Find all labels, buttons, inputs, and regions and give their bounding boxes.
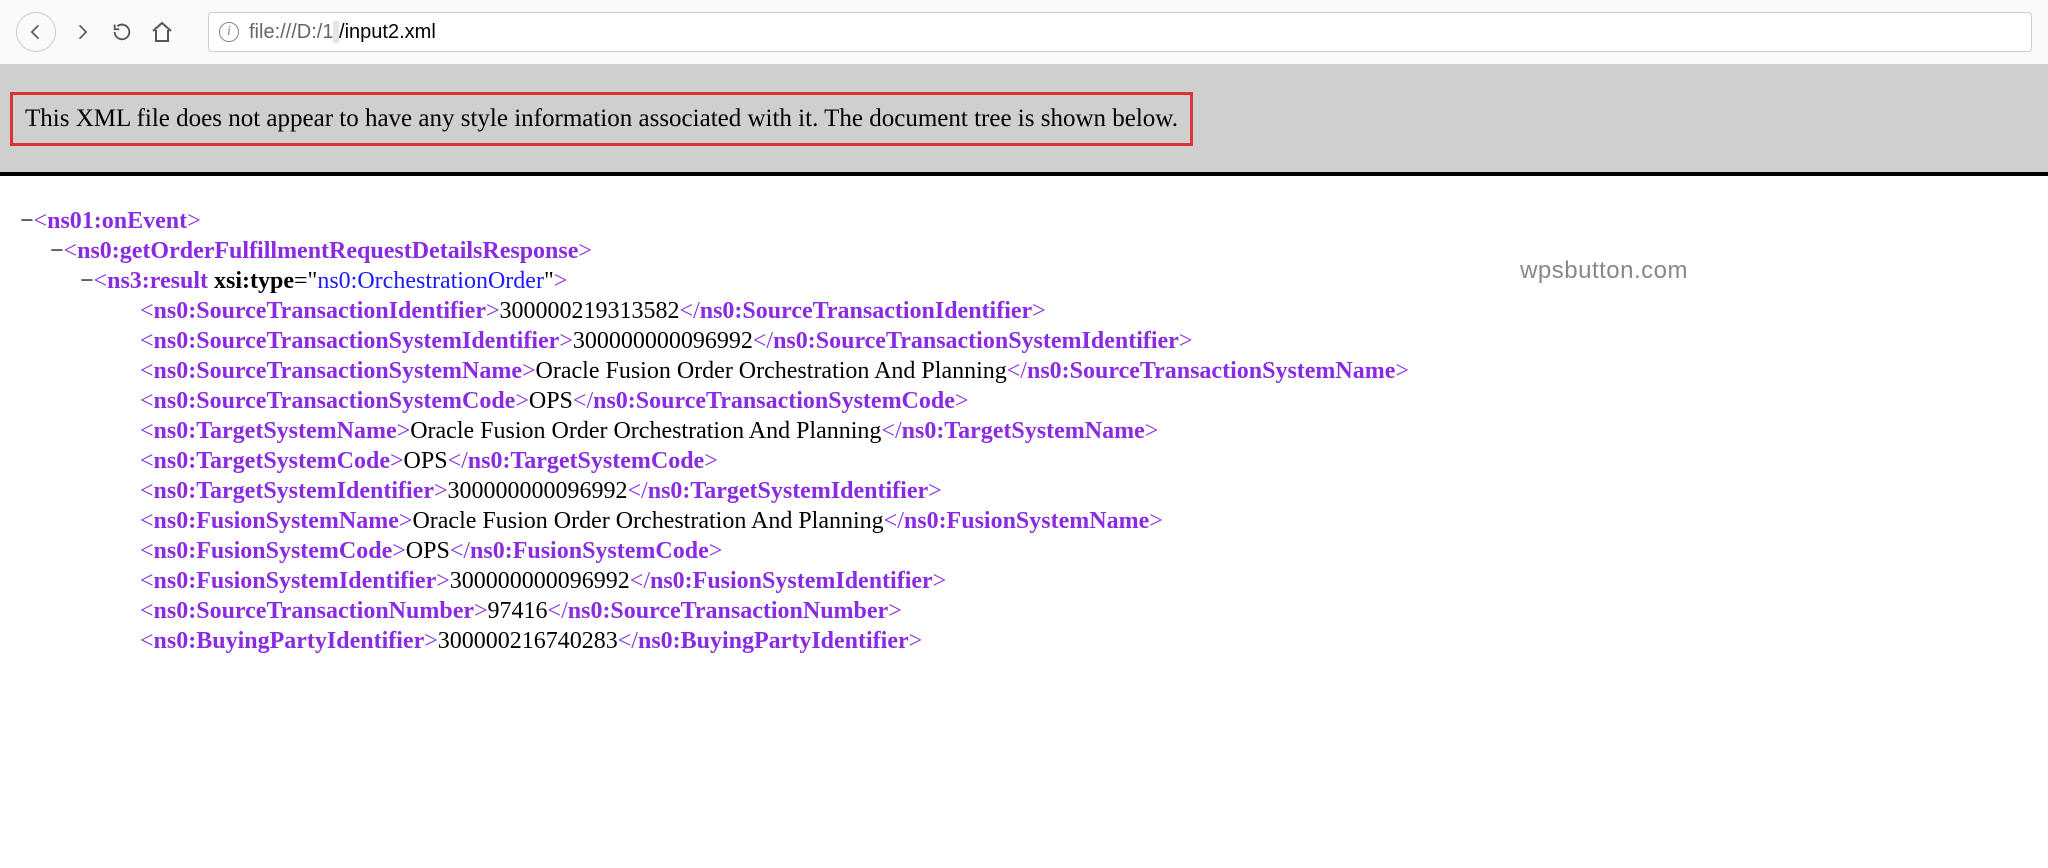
xml-leaf: <ns0:FusionSystemIdentifier>300000000096… [20,566,2028,596]
tag-text: 300000000096992 [448,478,628,504]
tag-name: ns01:onEvent [47,208,187,234]
xml-leaf: <ns0:FusionSystemName>Oracle Fusion Orde… [20,506,2028,536]
xml-leaf: <ns0:TargetSystemCode>OPS</ns0:TargetSys… [20,446,2028,476]
xml-node-result: −<ns3:result xsi:type="ns0:Orchestration… [20,266,2028,296]
tag-name-close: ns0:SourceTransactionSystemName [1027,358,1395,384]
tag-name: ns3:result [107,268,208,294]
tag-text: 97416 [488,598,548,624]
tag-name-close: ns0:FusionSystemIdentifier [650,568,933,594]
url-text: file:///D:/1 /input2.xml [249,21,436,44]
xml-notice-text: This XML file does not appear to have an… [25,105,1178,132]
collapse-toggle[interactable]: − [80,268,94,294]
tag-name: ns0:BuyingPartyIdentifier [154,628,425,654]
tag-name: ns0:FusionSystemCode [154,538,393,564]
tag-name: ns0:FusionSystemName [154,508,399,534]
home-button[interactable] [148,18,176,46]
reload-button[interactable] [108,18,136,46]
tag-name-close: ns0:TargetSystemName [902,418,1145,444]
tag-name-close: ns0:SourceTransactionSystemIdentifier [773,328,1179,354]
browser-toolbar: i file:///D:/1 /input2.xml [0,0,2048,64]
xml-leaf: <ns0:TargetSystemName>Oracle Fusion Orde… [20,416,2028,446]
xml-leaf: <ns0:SourceTransactionNumber>97416</ns0:… [20,596,2028,626]
notice-area: This XML file does not appear to have an… [0,64,2048,176]
tag-name: ns0:getOrderFulfillmentRequestDetailsRes… [77,238,578,264]
tag-name: ns0:TargetSystemName [154,418,397,444]
tag-name-close: ns0:FusionSystemCode [470,538,709,564]
tag-text: 300000216740283 [438,628,618,654]
tag-text: 300000000096992 [450,568,630,594]
tag-name: ns0:TargetSystemIdentifier [154,478,434,504]
tag-name: ns0:TargetSystemCode [154,448,390,474]
collapse-toggle[interactable]: − [50,238,64,264]
tag-name: ns0:SourceTransactionNumber [154,598,474,624]
xml-leaf: <ns0:TargetSystemIdentifier>300000000096… [20,476,2028,506]
attr-value: ns0:OrchestrationOrder [317,268,544,294]
tag-name-close: ns0:SourceTransactionIdentifier [700,298,1032,324]
xml-leaf: <ns0:FusionSystemCode>OPS</ns0:FusionSys… [20,536,2028,566]
tag-name: ns0:SourceTransactionIdentifier [154,298,486,324]
site-info-icon[interactable]: i [219,22,239,42]
tag-name: ns0:SourceTransactionSystemIdentifier [154,328,560,354]
tag-name-close: ns0:BuyingPartyIdentifier [638,628,909,654]
back-button[interactable] [16,12,56,52]
address-bar[interactable]: i file:///D:/1 /input2.xml [208,12,2032,52]
xml-node-onevent: −<ns01:onEvent> [20,206,2028,236]
xml-node-response: −<ns0:getOrderFulfillmentRequestDetailsR… [20,236,2028,266]
xml-leaf: <ns0:BuyingPartyIdentifier>3000002167402… [20,626,2028,656]
xml-leaf: <ns0:SourceTransactionSystemCode>OPS</ns… [20,386,2028,416]
tag-text: Oracle Fusion Order Orchestration And Pl… [410,418,881,444]
tag-text: OPS [529,388,573,414]
tag-name-close: ns0:SourceTransactionNumber [568,598,888,624]
tag-text: 300000219313582 [500,298,680,324]
tag-text: OPS [406,538,450,564]
tag-name-close: ns0:TargetSystemCode [468,448,704,474]
tag-name: ns0:FusionSystemIdentifier [154,568,437,594]
xml-leaf: <ns0:SourceTransactionIdentifier>3000002… [20,296,2028,326]
xml-tree: wpsbutton.com −<ns01:onEvent> −<ns0:getO… [0,176,2048,666]
xml-leaf: <ns0:SourceTransactionSystemIdentifier>3… [20,326,2028,356]
tag-text: 300000000096992 [573,328,753,354]
tag-name: ns0:SourceTransactionSystemCode [154,388,516,414]
watermark: wpsbutton.com [1520,256,1688,286]
tag-name: ns0:SourceTransactionSystemName [154,358,522,384]
tag-name-close: ns0:TargetSystemIdentifier [648,478,928,504]
tag-name-close: ns0:SourceTransactionSystemCode [593,388,955,414]
tag-text: Oracle Fusion Order Orchestration And Pl… [536,358,1007,384]
tag-text: Oracle Fusion Order Orchestration And Pl… [412,508,883,534]
tag-text: OPS [404,448,448,474]
forward-button[interactable] [68,18,96,46]
xml-leaf: <ns0:SourceTransactionSystemName>Oracle … [20,356,2028,386]
collapse-toggle[interactable]: − [20,208,34,234]
attr-name: xsi:type [214,268,294,294]
xml-notice: This XML file does not appear to have an… [10,92,1193,146]
tag-name-close: ns0:FusionSystemName [904,508,1149,534]
